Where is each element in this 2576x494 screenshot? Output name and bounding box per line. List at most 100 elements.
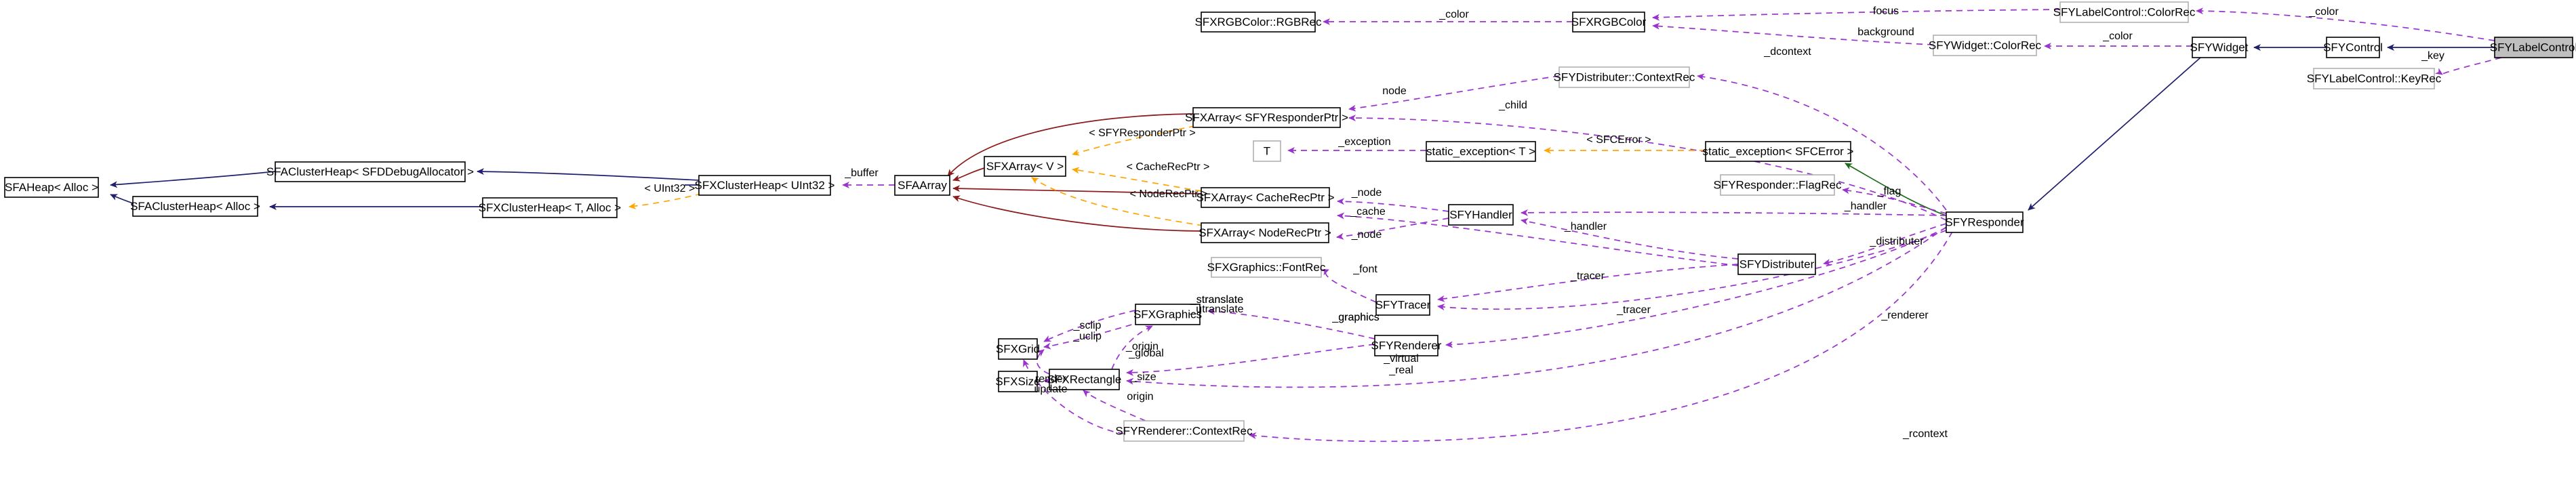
class-name-label: SFYLabelControl::KeyRec — [2307, 72, 2442, 85]
edge-label-color: _color — [2308, 6, 2339, 18]
class-node-sfydistributer[interactable]: SFYDistributer — [1737, 253, 1816, 275]
edge-label-rcontext: _rcontext — [1902, 428, 1948, 440]
edge-label-cacherecptr: < CacheRecPtr > — [1127, 161, 1210, 173]
class-node-sfyrenderer-contextrec[interactable]: SFYRenderer::ContextRec — [1115, 420, 1253, 442]
class-name-label: static_exception< T > — [1426, 145, 1535, 158]
edge-label-graphics: _graphics — [1331, 312, 1379, 323]
edge-label-tracer: _tracer — [1616, 304, 1651, 316]
class-name-label: SFAClusterHeap< Alloc > — [130, 200, 260, 213]
class-name-label: SFYLabelControl::ColorRec — [2053, 5, 2196, 18]
edge-label-uint32: < UInt32 > — [645, 183, 696, 194]
class-node-sfywidget-colorrec[interactable]: SFYWidget::ColorRec — [1929, 35, 2042, 56]
class-node-sfycontrol[interactable]: SFYControl — [2323, 37, 2383, 58]
class-name-label: SFYRenderer::ContextRec — [1115, 424, 1253, 437]
class-name-label: SFXArray< V > — [986, 160, 1064, 173]
edge-usage-handler-responder — [1521, 209, 1947, 216]
class-node-sfxgrid[interactable]: SFXGrid — [996, 338, 1040, 360]
edge-template-uint32 — [628, 193, 702, 210]
edge-label-stranslate: _stranslate — [1190, 294, 1243, 306]
edge-label-cache: _cache — [1350, 206, 1386, 218]
edge-label-exception: _exception — [1337, 136, 1390, 148]
class-node-t[interactable]: T — [1253, 140, 1281, 162]
class-node-static-exception-sfcerror[interactable]: static_exception< SFCError > — [1703, 141, 1854, 162]
edge-label-node: _node — [1351, 229, 1382, 241]
edge-label-key: _key — [2421, 50, 2444, 62]
class-node-sfxarray-cacherecptr[interactable]: SFXArray< CacheRecPtr > — [1196, 187, 1335, 208]
class-name-label: SFAArray — [898, 179, 947, 192]
edge-label-size: _size — [1130, 371, 1156, 383]
class-node-sfyresponder[interactable]: SFYResponder — [1945, 211, 2024, 233]
edge-usage-key — [2434, 57, 2502, 75]
class-name-label: SFYWidget::ColorRec — [1929, 39, 2042, 52]
class-name-label: SFYHandler — [1449, 208, 1512, 221]
class-name-label: SFXRGBColor — [1571, 16, 1647, 28]
edge-label-background: background — [1857, 26, 1914, 38]
edge-label-handler: _handler — [1564, 221, 1607, 232]
class-name-label: SFXArray< NodeRecPtr > — [1199, 226, 1331, 239]
class-name-label: SFXGraphics::FontRec — [1207, 261, 1326, 274]
edge-label-virtual: _virtual — [1383, 353, 1419, 365]
class-node-sfyresponder-flagrec[interactable]: SFYResponder::FlagRec — [1714, 174, 1842, 196]
class-node-sfxclusterheap-t-alloc[interactable]: SFXClusterHeap< T, Alloc > — [479, 197, 621, 218]
edge-usage-node-contextrec — [1348, 75, 1560, 112]
edge-label-handler: _handler — [1844, 201, 1887, 212]
edge-label-tracer: _tracer — [1570, 270, 1605, 282]
class-name-label: SFYRenderer — [1371, 339, 1442, 352]
edge-label-real: _real — [1388, 365, 1413, 376]
edge-usage-color-labelcontrol — [2196, 7, 2495, 41]
class-node-sfylabelcontrol-colorrec[interactable]: SFYLabelControl::ColorRec — [2053, 1, 2196, 23]
class-node-sfxrgbcolor-rgbrec[interactable]: SFXRGBColor::RGBRec — [1194, 12, 1322, 33]
edge-label-layer: < UInt32 > _buffer < SFYResponderPtr > < Ca… — [645, 5, 2444, 440]
class-node-sfaclusterheap-alloc[interactable]: SFAClusterHeap< Alloc > — [130, 196, 260, 217]
class-name-label: SFYWidget — [2190, 41, 2249, 54]
class-node-sfxarray-sfyresponderptr[interactable]: SFXArray< SFYResponderPtr > — [1185, 107, 1348, 128]
class-node-sfaheap-alloc[interactable]: SFAHeap< Alloc > — [4, 177, 99, 198]
class-node-sfxarray-noderecptr[interactable]: SFXArray< NodeRecPtr > — [1199, 222, 1331, 243]
class-name-label: SFAHeap< Alloc > — [5, 181, 98, 194]
edge-usage-virtual — [1126, 226, 1947, 388]
edge-label-font: _font — [1352, 264, 1377, 275]
edge-label-sfcerror: < SFCError > — [1586, 134, 1651, 146]
edge-label-child: _child — [1498, 100, 1527, 111]
edge-usage-focus — [1652, 9, 2061, 21]
class-node-sfxgraphics-fontrec[interactable]: SFXGraphics::FontRec — [1207, 257, 1326, 278]
edge-label-sfyresponderptr: < SFYResponderPtr > — [1089, 127, 1195, 139]
edge-label-node: node — [1382, 85, 1407, 97]
class-name-label: SFXGrid — [996, 342, 1040, 355]
class-name-label: SFXClusterHeap< T, Alloc > — [479, 201, 621, 214]
collaboration-diagram-canvas: SFAHeap< Alloc > SFAClusterHeap< Alloc > S… — [0, 0, 2576, 494]
class-name-label: SFYResponder — [1945, 215, 2024, 228]
class-node-sfylabelcontrol[interactable]: SFYLabelControl — [2490, 37, 2576, 58]
class-name-label: SFYResponder::FlagRec — [1714, 178, 1842, 191]
class-node-static-exception-t[interactable]: static_exception< T > — [1426, 141, 1536, 162]
edge-usage-global — [1126, 344, 1375, 376]
edge-label-flag: _flag — [1877, 186, 1901, 197]
class-name-label: SFXArray< CacheRecPtr > — [1196, 191, 1334, 204]
class-node-sfxarray-v[interactable]: SFXArray< V > — [984, 156, 1066, 177]
class-name-label: SFAClusterHeap< SFDDebugAllocator > — [266, 165, 474, 178]
class-node-sfywidget[interactable]: SFYWidget — [2190, 37, 2249, 58]
edge-template-noderecptr — [1031, 177, 1204, 226]
class-node-sfydistributer-contextrec[interactable]: SFYDistributer::ContextRec — [1554, 66, 1695, 88]
edge-label-uclip: _uclip — [1072, 331, 1102, 342]
class-name-label: SFXRGBColor::RGBRec — [1194, 16, 1322, 28]
edge-label-update: update — [1034, 384, 1068, 395]
class-name-label: SFYDistributer — [1739, 258, 1815, 270]
class-node-sfxrgbcolor[interactable]: SFXRGBColor — [1571, 12, 1647, 33]
class-node-sfyhandler[interactable]: SFYHandler — [1448, 204, 1514, 226]
class-node-sfxclusterheap-uint32[interactable]: SFXClusterHeap< UInt32 > — [695, 175, 835, 196]
class-name-label: SFXClusterHeap< UInt32 > — [695, 179, 835, 192]
edge-label-node: _node — [1351, 187, 1382, 199]
edge-private-sfxarrayv-to-sfaarray — [952, 167, 985, 182]
edge-label-renderer: _renderer — [1880, 310, 1929, 321]
class-node-sfylabelcontrol-keyrec[interactable]: SFYLabelControl::KeyRec — [2307, 68, 2442, 89]
edge-label-dcontext: _dcontext — [1763, 46, 1811, 58]
class-node-sfytracer[interactable]: SFYTracer — [1375, 294, 1431, 316]
class-node-sfaclusterheap-sfddebugallocator[interactable]: SFAClusterHeap< SFDDebugAllocator > — [266, 161, 474, 182]
edge-inherit-sfxclusteruint32-to-debugalloc — [477, 168, 700, 181]
edge-label-noderecptr: < NodeRecPtr > — [1130, 188, 1208, 200]
class-node-sfaarray[interactable]: SFAArray — [894, 175, 950, 196]
edge-inherit-clusterheapalloc-to-sfaheap — [110, 194, 134, 204]
edge-label-buffer: _buffer — [844, 167, 879, 179]
edge-label-focus: focus — [1873, 5, 1899, 17]
